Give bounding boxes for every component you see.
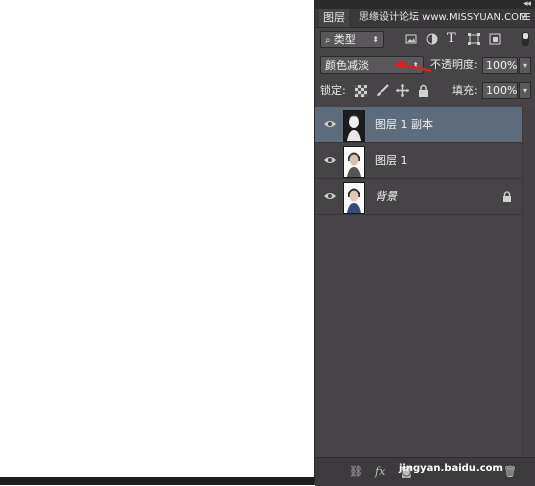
- lock-label: 锁定:: [320, 84, 346, 97]
- lock-icon: [503, 191, 511, 202]
- layer-row[interactable]: 背景: [315, 179, 524, 215]
- layer-name[interactable]: 图层 1 副本: [375, 118, 433, 132]
- opacity-dropdown-button[interactable]: ▾: [519, 57, 531, 74]
- shape-filter-icon[interactable]: [468, 33, 480, 45]
- layer-thumbnail: [343, 182, 365, 214]
- adjustment-filter-icon[interactable]: [426, 33, 438, 45]
- panel-top-strip: ◂◂: [315, 0, 535, 9]
- canvas-status-bar: [0, 477, 314, 485]
- layers-bottom-bar: ⛓ fx ◙ jingyan.baidu.com 🗑: [315, 457, 535, 486]
- filter-toggle[interactable]: [522, 32, 529, 46]
- lock-transparency-icon[interactable]: [355, 85, 367, 97]
- smart-object-filter-icon[interactable]: [489, 33, 501, 45]
- lock-all-icon[interactable]: [418, 84, 429, 97]
- red-arrow-annotation: [393, 60, 432, 73]
- layers-list: 图层 1 副本 图层 1 背景: [315, 107, 535, 455]
- chevron-down-icon: ▾: [522, 86, 527, 95]
- collapse-panel-icon[interactable]: ◂◂: [523, 0, 531, 9]
- chevron-down-icon: ▾: [522, 61, 527, 70]
- watermark-text: 思缘设计论坛 www.MISSYUAN.COM: [359, 12, 528, 23]
- fill-input[interactable]: 100%: [482, 82, 518, 99]
- eye-visibility-icon[interactable]: [324, 119, 336, 129]
- lock-position-icon[interactable]: [396, 84, 409, 97]
- opacity-input[interactable]: 100%: [482, 57, 518, 74]
- lock-pixels-icon[interactable]: [376, 84, 389, 97]
- panel-menu-icon[interactable]: [522, 13, 530, 21]
- tab-layers[interactable]: 图层: [319, 9, 349, 27]
- blend-mode-value: 颜色减淡: [325, 59, 369, 72]
- fill-label: 填充:: [452, 84, 478, 97]
- filter-type-label: 类型: [333, 33, 356, 46]
- layers-scrollbar[interactable]: [522, 107, 535, 455]
- bottom-watermark-text: jingyan.baidu.com: [399, 463, 503, 474]
- layer-thumbnail: [343, 110, 365, 142]
- layer-thumbnail: [343, 146, 365, 178]
- layer-filter-select[interactable]: ⌕ 类型 ⬍: [320, 31, 384, 48]
- eye-visibility-icon[interactable]: [324, 191, 336, 201]
- eye-visibility-icon[interactable]: [324, 155, 336, 165]
- panel-tab-row: 图层 思缘设计论坛 www.MISSYUAN.COM: [315, 9, 535, 28]
- fill-dropdown-button[interactable]: ▾: [519, 82, 531, 99]
- link-layers-icon[interactable]: ⛓: [349, 465, 363, 478]
- layer-row[interactable]: 图层 1: [315, 143, 524, 179]
- document-canvas[interactable]: [0, 0, 314, 477]
- layer-row[interactable]: 图层 1 副本: [315, 107, 524, 143]
- chevron-updown-icon: ⬍: [372, 35, 379, 44]
- layer-name[interactable]: 图层 1: [375, 154, 408, 168]
- layers-panel: ◂◂ 图层 思缘设计论坛 www.MISSYUAN.COM ⌕ 类型 ⬍ T 颜…: [314, 0, 535, 486]
- layer-name[interactable]: 背景: [375, 190, 397, 204]
- text-filter-icon[interactable]: T: [447, 32, 456, 46]
- opacity-label: 不透明度:: [430, 58, 478, 71]
- search-icon: ⌕: [325, 35, 334, 46]
- image-filter-icon[interactable]: [405, 33, 417, 45]
- trash-icon[interactable]: 🗑: [503, 465, 517, 478]
- fx-button[interactable]: fx: [375, 465, 385, 478]
